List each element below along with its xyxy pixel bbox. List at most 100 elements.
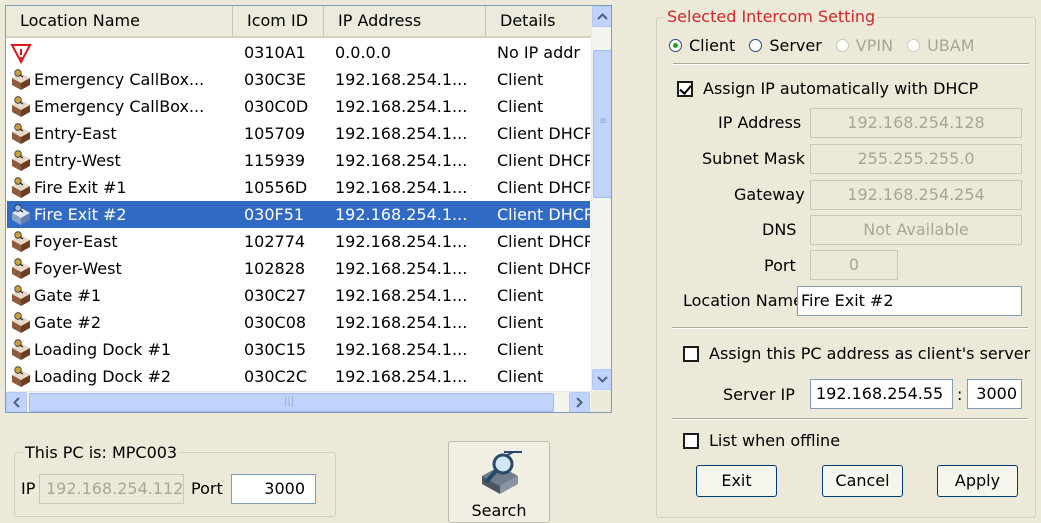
radio-server-label[interactable]: Server <box>769 36 821 55</box>
scroll-down-button[interactable] <box>592 369 611 390</box>
column-header-location[interactable]: Location Name <box>6 6 233 36</box>
cell-details: Client DHCP <box>497 151 590 170</box>
location-name-text: Gate #1 <box>34 286 101 305</box>
assign-server-checkbox[interactable]: Assign this PC address as client's serve… <box>683 344 1030 363</box>
table-row[interactable]: Emergency CallBox... 030C3E 192.168.254.1.… <box>7 66 590 93</box>
server-port-field[interactable]: 3000 <box>967 379 1022 409</box>
table-row[interactable]: Fire Exit #2 030F51 192.168.254.1... Client… <box>7 201 590 228</box>
port-field[interactable]: 0 <box>810 250 898 280</box>
cell-location-name: Entry-West <box>7 149 233 172</box>
intercom-list[interactable]: Location Name Icom ID IP Address Details… <box>5 5 612 413</box>
cell-icom-id: 115939 <box>244 151 306 170</box>
cell-details: No IP addr <box>497 43 580 62</box>
chevron-up-icon <box>597 13 608 20</box>
ip-address-label: IP Address <box>718 113 802 132</box>
table-row[interactable]: Entry-West 115939 192.168.254.1... Client D… <box>7 147 590 174</box>
radio-server[interactable] <box>749 39 763 52</box>
dhcp-checkbox[interactable]: Assign IP automatically with DHCP <box>677 79 978 98</box>
dns-field[interactable]: Not Available <box>810 215 1022 245</box>
column-header-details[interactable]: Details <box>486 6 591 36</box>
separator <box>673 63 1029 65</box>
cell-location-name: Emergency CallBox... <box>7 68 233 91</box>
column-header-icom-id[interactable]: Icom ID <box>233 6 324 36</box>
list-offline-checkbox[interactable]: List when offline <box>683 431 840 450</box>
cell-location-name: Loading Dock #2 <box>7 365 233 388</box>
location-name-text: Gate #2 <box>34 313 101 332</box>
server-ip-field[interactable]: 192.168.254.55 <box>810 379 953 409</box>
table-row[interactable]: Loading Dock #1 030C15 192.168.254.1... Cli… <box>7 336 590 363</box>
assign-server-checkbox-label[interactable]: Assign this PC address as client's serve… <box>709 344 1030 363</box>
vertical-scroll-thumb[interactable]: ≡ <box>593 50 611 198</box>
ip-address-field[interactable]: 192.168.254.128 <box>810 108 1022 138</box>
intercom-icon <box>10 122 32 145</box>
list-rows: 0310A1 0.0.0.0 No IP addr Emergency CallBo… <box>7 39 590 391</box>
table-row[interactable]: Gate #2 030C08 192.168.254.1... Client <box>7 309 590 336</box>
location-name-text: Emergency CallBox... <box>34 70 205 89</box>
cell-icom-id: 0310A1 <box>244 43 306 62</box>
horizontal-scrollbar[interactable]: ||| <box>6 391 591 412</box>
this-pc-ip-field[interactable]: 192.168.254.112 <box>39 474 184 504</box>
list-header: Location Name Icom ID IP Address Details <box>6 6 591 38</box>
location-name-text: Emergency CallBox... <box>34 97 205 116</box>
scrollbar-corner <box>591 391 611 412</box>
cell-location-name: Gate #2 <box>7 311 233 334</box>
this-pc-port-field[interactable]: 3000 <box>231 474 316 504</box>
cell-details: Client <box>497 70 544 89</box>
intercom-icon <box>10 365 32 388</box>
intercom-icon <box>10 338 32 361</box>
cell-details: Client <box>497 313 544 332</box>
location-name-text: Loading Dock #1 <box>34 340 172 359</box>
port-label: Port <box>764 256 796 275</box>
intercom-icon <box>10 176 32 199</box>
location-name-text: Entry-West <box>34 151 121 170</box>
dhcp-checkbox-box[interactable] <box>677 80 693 97</box>
apply-button[interactable]: Apply <box>937 465 1018 497</box>
cell-ip-address: 192.168.254.1... <box>335 205 468 224</box>
cell-details: Client <box>497 286 544 305</box>
cell-ip-address: 192.168.254.1... <box>335 151 468 170</box>
gateway-field[interactable]: 192.168.254.254 <box>810 180 1022 210</box>
server-port-separator: : <box>957 385 963 404</box>
separator <box>672 327 1028 329</box>
dhcp-checkbox-label[interactable]: Assign IP automatically with DHCP <box>703 79 978 98</box>
cancel-button[interactable]: Cancel <box>822 465 903 497</box>
vertical-scrollbar[interactable]: ≡ <box>591 6 611 391</box>
exit-button[interactable]: Exit <box>696 465 777 497</box>
location-name-text: Foyer-East <box>34 232 118 251</box>
this-pc-ip-label: IP <box>21 479 36 498</box>
cell-details: Client <box>497 340 544 359</box>
column-header-ip-address[interactable]: IP Address <box>324 6 486 36</box>
cell-icom-id: 030C27 <box>244 286 307 305</box>
cell-icom-id: 10556D <box>244 178 308 197</box>
table-row[interactable]: 0310A1 0.0.0.0 No IP addr <box>7 39 590 66</box>
subnet-mask-field[interactable]: 255.255.255.0 <box>810 144 1022 174</box>
scroll-right-button[interactable] <box>569 392 590 412</box>
location-name-text: Loading Dock #2 <box>34 367 172 386</box>
location-name-field[interactable]: Fire Exit #2 <box>797 286 1022 316</box>
radio-client[interactable] <box>669 39 682 52</box>
settings-title: Selected Intercom Setting <box>665 7 878 26</box>
cell-icom-id: 030C2C <box>244 367 308 386</box>
table-row[interactable]: Gate #1 030C27 192.168.254.1... Client <box>7 282 590 309</box>
list-offline-checkbox-label[interactable]: List when offline <box>709 431 840 450</box>
radio-client-label[interactable]: Client <box>689 36 735 55</box>
dns-label: DNS <box>762 220 797 239</box>
table-row[interactable]: Fire Exit #1 10556D 192.168.254.1... Client… <box>7 174 590 201</box>
cell-location-name: Loading Dock #1 <box>7 338 233 361</box>
table-row[interactable]: Entry-East 105709 192.168.254.1... Client D… <box>7 120 590 147</box>
table-row[interactable]: Loading Dock #2 030C2C 192.168.254.1... Cli… <box>7 363 590 390</box>
cell-icom-id: 102828 <box>244 259 306 278</box>
search-button[interactable]: Search <box>448 441 550 523</box>
horizontal-scroll-thumb[interactable]: ||| <box>29 393 554 412</box>
scroll-up-button[interactable] <box>592 6 611 27</box>
cell-ip-address: 0.0.0.0 <box>335 43 391 62</box>
intercom-icon <box>10 68 32 91</box>
cell-ip-address: 192.168.254.1... <box>335 178 468 197</box>
assign-server-checkbox-box[interactable] <box>683 345 699 362</box>
cell-icom-id: 030C15 <box>244 340 307 359</box>
table-row[interactable]: Foyer-West 102828 192.168.254.1... Client D… <box>7 255 590 282</box>
table-row[interactable]: Emergency CallBox... 030C0D 192.168.254.1.… <box>7 93 590 120</box>
table-row[interactable]: Foyer-East 102774 192.168.254.1... Client D… <box>7 228 590 255</box>
scroll-left-button[interactable] <box>6 392 27 412</box>
list-offline-checkbox-box[interactable] <box>683 432 699 449</box>
